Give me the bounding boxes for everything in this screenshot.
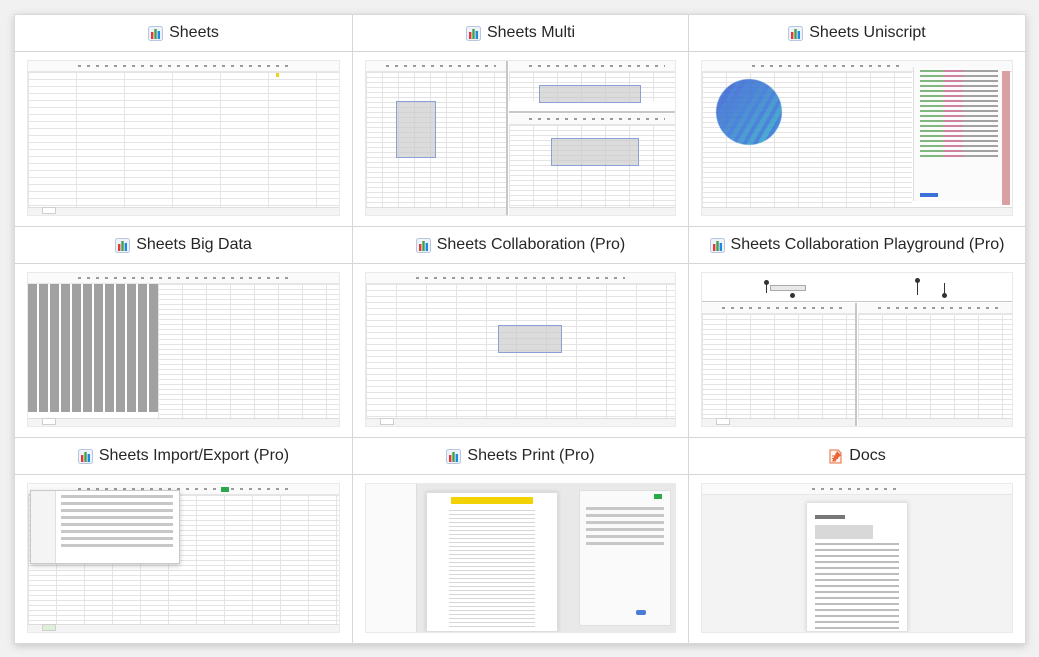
card-title: Sheets — [169, 24, 219, 41]
docs-preview-thumbnail — [701, 483, 1013, 633]
univer-logo-pixel-art — [708, 77, 790, 147]
sheets-icon — [446, 448, 462, 464]
card-title: Sheets Collaboration Playground (Pro) — [730, 236, 1005, 253]
sheets-collaboration-preview-thumbnail — [365, 272, 676, 427]
sheets-icon — [415, 237, 431, 253]
card-sheets-big-data[interactable]: Sheets Big Data — [15, 227, 353, 438]
sheets-icon — [148, 25, 164, 41]
card-title: Sheets Uniscript — [809, 24, 926, 41]
card-sheets[interactable]: Sheets — [15, 15, 353, 227]
sheets-icon — [709, 237, 725, 253]
docs-icon — [828, 449, 843, 464]
card-title: Sheets Import/Export (Pro) — [98, 447, 290, 464]
file-open-dialog — [30, 490, 180, 564]
print-settings-panel — [579, 490, 671, 626]
card-sheets-import-export[interactable]: Sheets Import/Export (Pro) — [15, 438, 353, 643]
sheets-icon — [77, 448, 93, 464]
sheets-print-preview-thumbnail — [365, 483, 676, 633]
sheets-collaboration-playground-preview-thumbnail — [701, 272, 1013, 427]
card-sheets-collaboration-playground[interactable]: Sheets Collaboration Playground (Pro) — [689, 227, 1025, 438]
examples-grid: Sheets Sheets Multi Sheets Uniscript She… — [14, 14, 1026, 644]
sheets-icon — [465, 25, 481, 41]
card-header: Sheets Collaboration (Pro) — [353, 227, 688, 264]
sheets-multi-preview-thumbnail — [365, 60, 676, 216]
card-title: Sheets Multi — [486, 24, 576, 41]
card-header: Sheets — [15, 15, 352, 52]
card-title: Docs — [849, 447, 886, 464]
card-header: Docs — [689, 438, 1025, 475]
card-title: Sheets Print (Pro) — [467, 447, 595, 464]
sheets-preview-thumbnail — [27, 60, 340, 216]
card-title: Sheets Collaboration (Pro) — [436, 236, 626, 253]
sheets-uniscript-preview-thumbnail — [701, 60, 1013, 216]
card-header: Sheets Uniscript — [689, 15, 1025, 52]
card-docs[interactable]: Docs — [689, 438, 1025, 643]
sheets-icon — [115, 237, 131, 253]
card-header: Sheets Big Data — [15, 227, 352, 264]
card-header: Sheets Collaboration Playground (Pro) — [689, 227, 1025, 264]
document-page — [806, 502, 908, 632]
card-sheets-collaboration[interactable]: Sheets Collaboration (Pro) — [353, 227, 689, 438]
sheets-import-export-preview-thumbnail — [27, 483, 340, 633]
card-sheets-uniscript[interactable]: Sheets Uniscript — [689, 15, 1025, 227]
sheets-big-data-preview-thumbnail — [27, 272, 340, 427]
card-header: Sheets Import/Export (Pro) — [15, 438, 352, 475]
card-title: Sheets Big Data — [136, 236, 252, 253]
sheets-icon — [788, 25, 804, 41]
card-sheets-print[interactable]: Sheets Print (Pro) — [353, 438, 689, 643]
card-header: Sheets Multi — [353, 15, 688, 52]
card-sheets-multi[interactable]: Sheets Multi — [353, 15, 689, 227]
card-header: Sheets Print (Pro) — [353, 438, 688, 475]
uniscript-code-panel — [913, 67, 1004, 201]
print-paper-preview — [426, 492, 558, 632]
